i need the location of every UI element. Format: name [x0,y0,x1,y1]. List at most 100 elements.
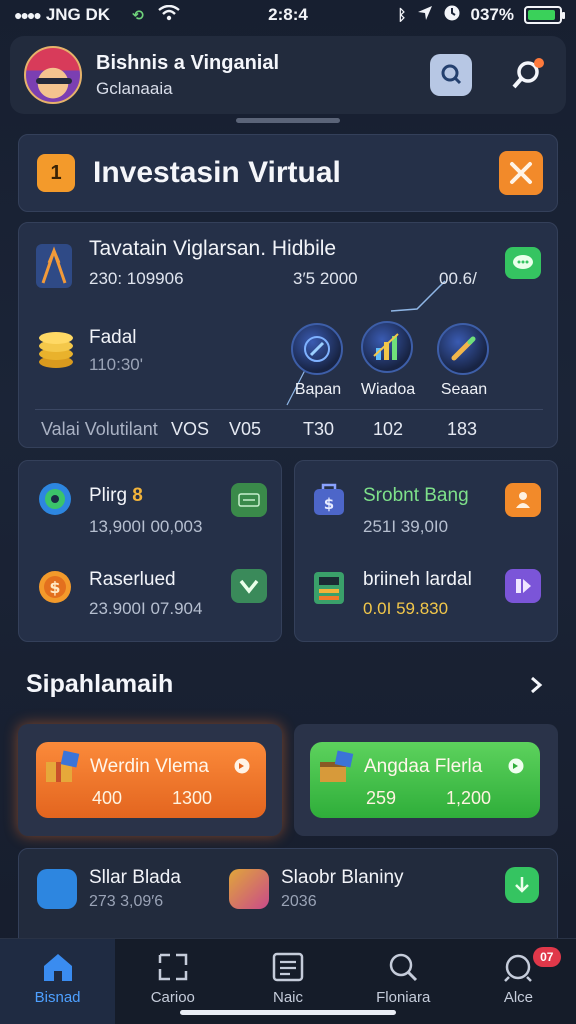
sync-icon: ⟲ [132,6,144,23]
virtual-investment-banner[interactable]: 1 Investasin Virtual [18,134,558,212]
list-item-value: 2036 [281,893,317,910]
svg-text:$: $ [49,578,60,597]
chart-growth-icon[interactable] [361,321,413,373]
home-icon [43,954,72,981]
expand-button[interactable] [499,151,543,195]
avatar[interactable] [24,46,82,104]
carrier-name: JNG DK [45,5,111,24]
search-button[interactable] [430,54,472,96]
portfolio-value-2: 3′5 2000 [293,269,358,288]
signal-icon: ●●●● [14,7,42,23]
notification-button[interactable] [506,54,548,96]
promo-value-a: 400 [92,788,123,808]
tab-label: Naic [273,989,304,1006]
divider [35,409,543,410]
list-item-label[interactable]: Slaobr Blaniny [281,867,404,889]
banner-title: Investasin Virtual [93,156,341,189]
download-button[interactable] [505,867,539,903]
status-bar: ●●●● JNG DK ⟲ 2:8:4 ᛒ 037% [0,0,576,30]
coins-icon [39,332,73,368]
home-indicator [180,1010,396,1015]
calculator-icon [314,572,344,604]
card-value: 23.900I 07.904 [89,599,203,618]
bottom-list-panel: Sllar Blada 273 3,09′6 Slaobr Blaniny 20… [18,848,558,948]
arrow-right-icon [234,758,250,774]
card-label: briineh lardal [363,569,472,590]
notification-dot [534,58,544,68]
pencil-icon[interactable] [437,323,489,375]
card-label: Srobnt Bang [363,485,469,506]
chest-icon [320,750,354,782]
ticker-badge[interactable] [231,483,267,517]
alert-icon [504,954,533,982]
promo-card-green: Angdaa Flerla 259 1,200 [294,724,558,836]
tab-label: Floniara [376,989,431,1006]
search-icon [389,953,418,982]
card-value: 13,900I 00,003 [89,517,203,536]
tab-label: Carioo [150,989,195,1006]
chevron-right-icon [531,676,543,694]
see-all-button[interactable] [524,672,548,698]
check-button[interactable] [231,569,267,603]
promo-card-orange: Werdin Vlema 400 1300 [18,724,282,836]
notification-badge: 07 [532,947,561,967]
volume-value: V05 [229,419,262,439]
card-value: 0.0I 59.830 [363,599,449,618]
volume-label: Valai Volutilant [41,419,158,439]
section-title: Sipahlamaih [26,670,174,698]
svg-text:$: $ [324,495,334,513]
portfolio-title: Tavatain Viglarsan. Hidbile [89,237,337,260]
compass-icon[interactable] [291,323,343,375]
location-icon [417,5,433,26]
asset-card-right[interactable]: $ Srobnt Bang 251I 39,0I0 briineh lardal… [294,460,558,642]
trophy-icon [229,869,269,909]
list-icon [272,952,304,982]
tab-label: Alce [503,989,533,1006]
promo-button-orange[interactable]: Werdin Vlema 400 1300 [36,742,266,818]
chat-icon [513,255,533,269]
list-item-value: 273 3,09′6 [89,893,164,910]
trend-up-icon [36,244,72,288]
media-button[interactable] [505,569,541,603]
profile-button[interactable] [505,483,541,517]
tab-label: Bisnad [34,989,81,1006]
promo-value-a: 259 [366,788,397,808]
item-label-seaan: Seaan [440,381,488,398]
portfolio-value-3: 00.6/ [439,269,477,288]
app-header: Bishnis a Vinganial Gclanaaia [10,36,566,114]
alarm-icon [443,4,461,27]
asset-card-left[interactable]: Plirg 8 13,900I 00,003 $ Raserlued 23.90… [18,460,282,642]
list-item-label[interactable]: Sllar Blada [89,867,181,889]
battery-percent: 037% [470,5,514,24]
play-icon [516,579,531,593]
header-title: Bishnis a Vinganial [96,51,280,74]
dollar-coin-icon: $ [39,571,71,603]
step-badge: 1 [37,154,75,192]
promo-button-green[interactable]: Angdaa Flerla 259 1,200 [310,742,540,818]
volume-value: T30 [303,419,335,439]
drag-handle[interactable] [236,118,340,123]
tab-alerts[interactable]: 07 Alce [461,939,576,1024]
arrow-down-icon [515,877,529,893]
battery-icon [524,6,565,24]
person-icon [516,492,530,508]
card-label: Raserlued [89,569,176,590]
volume-value: VOS [171,419,210,439]
volume-value: 102 [373,419,404,439]
portfolio-value-1: 230: 109906 [89,269,184,288]
header-subtitle: Gclanaaia [96,78,173,98]
chat-button[interactable] [505,247,541,279]
fund-value: 110:30' [89,355,143,374]
cart-icon [158,953,188,981]
bluetooth-icon: ᛒ [397,6,407,24]
promo-title: Angdaa Flerla [364,756,483,777]
promo-value-b: 1300 [172,788,213,808]
tab-home[interactable]: Bisnad [0,939,116,1024]
promo-title: Werdin Vlema [90,756,209,777]
target-icon [39,483,71,515]
card-badge-number: 8 [132,485,143,506]
bag-icon: $ [314,483,344,515]
fund-label: Fadal [89,327,137,348]
volume-value: 183 [447,419,478,439]
search-icon [441,64,462,85]
